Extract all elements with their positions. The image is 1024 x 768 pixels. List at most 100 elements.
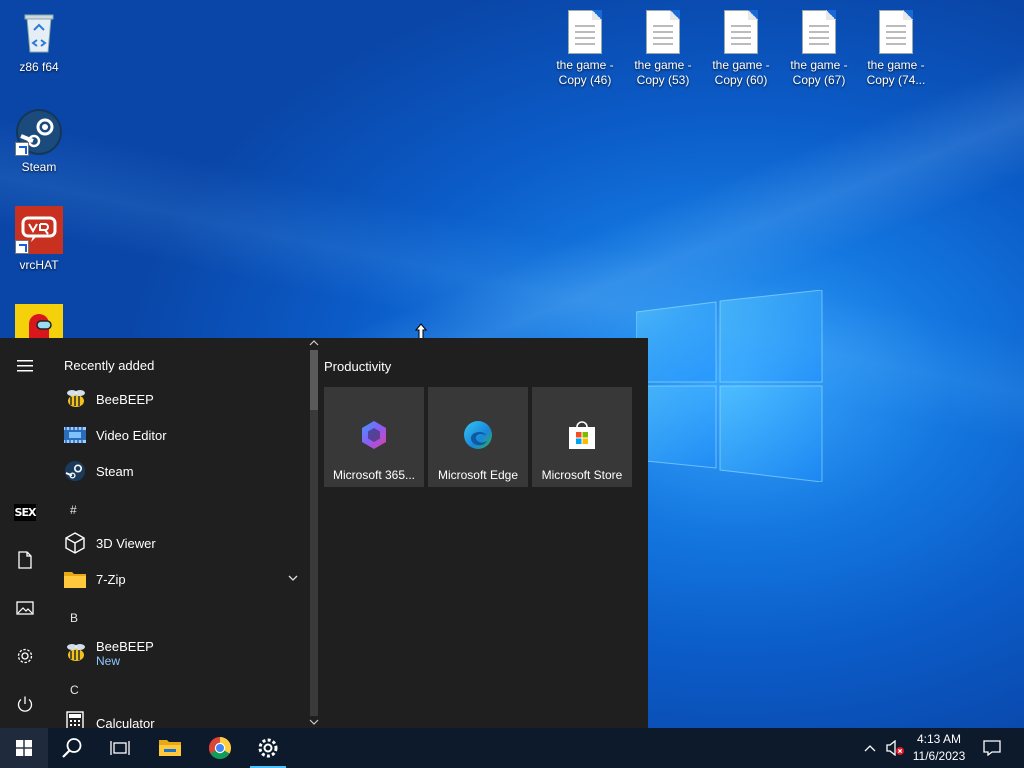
volume-muted-icon <box>886 740 904 756</box>
text-file-icon <box>802 10 836 54</box>
show-hidden-icons-button[interactable] <box>858 728 882 768</box>
file-label-line: Copy (46) <box>558 73 612 87</box>
desktop-file[interactable]: the game - Copy (46) <box>547 10 623 88</box>
app-item-beebeep-recent[interactable]: BeeBEEP <box>50 381 308 417</box>
recycle-bin-icon <box>15 8 63 56</box>
desktop-icon-vrchat[interactable]: vrcHAT <box>1 206 77 273</box>
section-letter[interactable]: # <box>70 503 77 517</box>
file-label-line: Copy (60) <box>714 73 768 87</box>
tile-microsoft-store[interactable]: Microsoft Store <box>532 387 632 487</box>
user-avatar: SEX <box>13 503 37 521</box>
user-account-button[interactable]: SEX <box>0 490 50 534</box>
app-item-3d-viewer[interactable]: 3D Viewer <box>50 525 308 561</box>
tile-label: Microsoft Store <box>541 468 623 482</box>
settings-gear-icon <box>258 738 278 758</box>
scrollbar-track[interactable] <box>310 410 318 716</box>
hamburger-menu-icon <box>17 360 33 372</box>
desktop-icon-steam[interactable]: Steam <box>1 108 77 175</box>
app-item-7-zip[interactable]: 7-Zip <box>50 561 308 597</box>
settings-app-button[interactable] <box>244 728 292 768</box>
file-label-line: the game - <box>712 58 770 72</box>
tile-label: Microsoft Edge <box>437 468 519 482</box>
clock-time: 4:13 AM <box>916 732 962 746</box>
scrollbar-thumb[interactable] <box>310 350 318 410</box>
file-label-line: Copy (74... <box>866 73 926 87</box>
desktop-icon-label: Steam <box>21 160 57 174</box>
text-file-icon <box>568 10 602 54</box>
desktop-file[interactable]: the game - Copy (53) <box>625 10 701 88</box>
app-item-steam[interactable]: Steam <box>50 453 308 489</box>
app-name: Calculator <box>96 715 155 729</box>
start-menu: SEX Recently added BeeBEEP Video Editor … <box>0 338 648 728</box>
tile-group-title[interactable]: Productivity <box>324 359 391 374</box>
text-file-icon <box>646 10 680 54</box>
desktop-file[interactable]: the game - Copy (60) <box>703 10 779 88</box>
clock-date: 11/6/2023 <box>912 749 966 763</box>
app-item-video-editor[interactable]: Video Editor <box>50 417 308 453</box>
app-name: 3D Viewer <box>96 535 156 551</box>
chevron-down-icon[interactable] <box>288 575 298 581</box>
search-icon <box>62 738 82 758</box>
volume-button[interactable] <box>882 728 908 768</box>
pictures-button[interactable] <box>0 586 50 630</box>
file-explorer-button[interactable] <box>146 728 194 768</box>
chrome-button[interactable] <box>196 728 244 768</box>
calculator-icon <box>62 710 88 728</box>
taskbar-clock[interactable]: 4:13 AM 11/6/2023 <box>908 731 970 765</box>
chrome-icon <box>209 737 231 759</box>
file-label-line: Copy (67) <box>792 73 846 87</box>
settings-gear-icon <box>17 648 33 664</box>
settings-button[interactable] <box>0 634 50 678</box>
chevron-up-icon <box>864 745 876 752</box>
action-center-button[interactable] <box>978 728 1006 768</box>
desktop-icon-recycle-bin[interactable]: z86 f64 <box>1 8 77 75</box>
steam-icon <box>15 108 63 156</box>
power-button[interactable] <box>0 682 50 726</box>
app-name: Video Editor <box>96 427 167 443</box>
file-label-line: the game - <box>634 58 692 72</box>
vrchat-icon <box>15 206 63 254</box>
section-letter[interactable]: B <box>70 611 78 625</box>
scroll-down-arrow-icon[interactable] <box>309 719 319 725</box>
start-rail: SEX <box>0 338 50 728</box>
tile-microsoft-edge[interactable]: Microsoft Edge <box>428 387 528 487</box>
desktop-icon-label: vrcHAT <box>19 258 59 272</box>
steam-icon <box>62 458 88 484</box>
store-icon <box>569 421 595 449</box>
text-file-icon <box>724 10 758 54</box>
app-list: Recently added BeeBEEP Video Editor Stea… <box>50 338 308 728</box>
scroll-up-arrow-icon[interactable] <box>309 340 319 346</box>
microsoft-365-icon <box>362 421 386 449</box>
start-button[interactable] <box>0 728 48 768</box>
search-button[interactable] <box>48 728 96 768</box>
expand-menu-button[interactable] <box>0 344 50 388</box>
shortcut-arrow-icon <box>15 142 29 156</box>
notification-icon <box>983 740 1001 756</box>
app-name: 7-Zip <box>96 571 126 587</box>
file-label-line: the game - <box>867 58 925 72</box>
shortcut-arrow-icon <box>15 240 29 254</box>
windows-wallpaper-logo <box>636 290 823 482</box>
file-explorer-icon <box>159 740 181 756</box>
text-file-icon <box>879 10 913 54</box>
app-name: Steam <box>96 463 134 479</box>
file-label-line: the game - <box>790 58 848 72</box>
desktop-file[interactable]: the game - Copy (74... <box>858 10 934 88</box>
new-badge: New <box>96 653 121 668</box>
folder-icon <box>62 566 88 592</box>
3d-viewer-icon <box>62 530 88 556</box>
app-item-beebeep[interactable]: BeeBEEP New <box>50 633 308 673</box>
desktop-file[interactable]: the game - Copy (67) <box>781 10 857 88</box>
app-list-scrollbar[interactable] <box>308 338 320 728</box>
task-view-button[interactable] <box>96 728 144 768</box>
section-letter[interactable]: C <box>70 683 79 697</box>
desktop-icon-label: z86 f64 <box>19 60 59 74</box>
app-item-calculator[interactable]: Calculator <box>50 705 308 728</box>
tile-microsoft-365[interactable]: Microsoft 365... <box>324 387 424 487</box>
documents-button[interactable] <box>0 538 50 582</box>
beebeep-icon <box>62 640 88 666</box>
recently-added-header: Recently added <box>64 358 155 373</box>
file-label-line: Copy (53) <box>636 73 690 87</box>
power-icon <box>17 696 33 712</box>
video-editor-icon <box>62 422 88 448</box>
